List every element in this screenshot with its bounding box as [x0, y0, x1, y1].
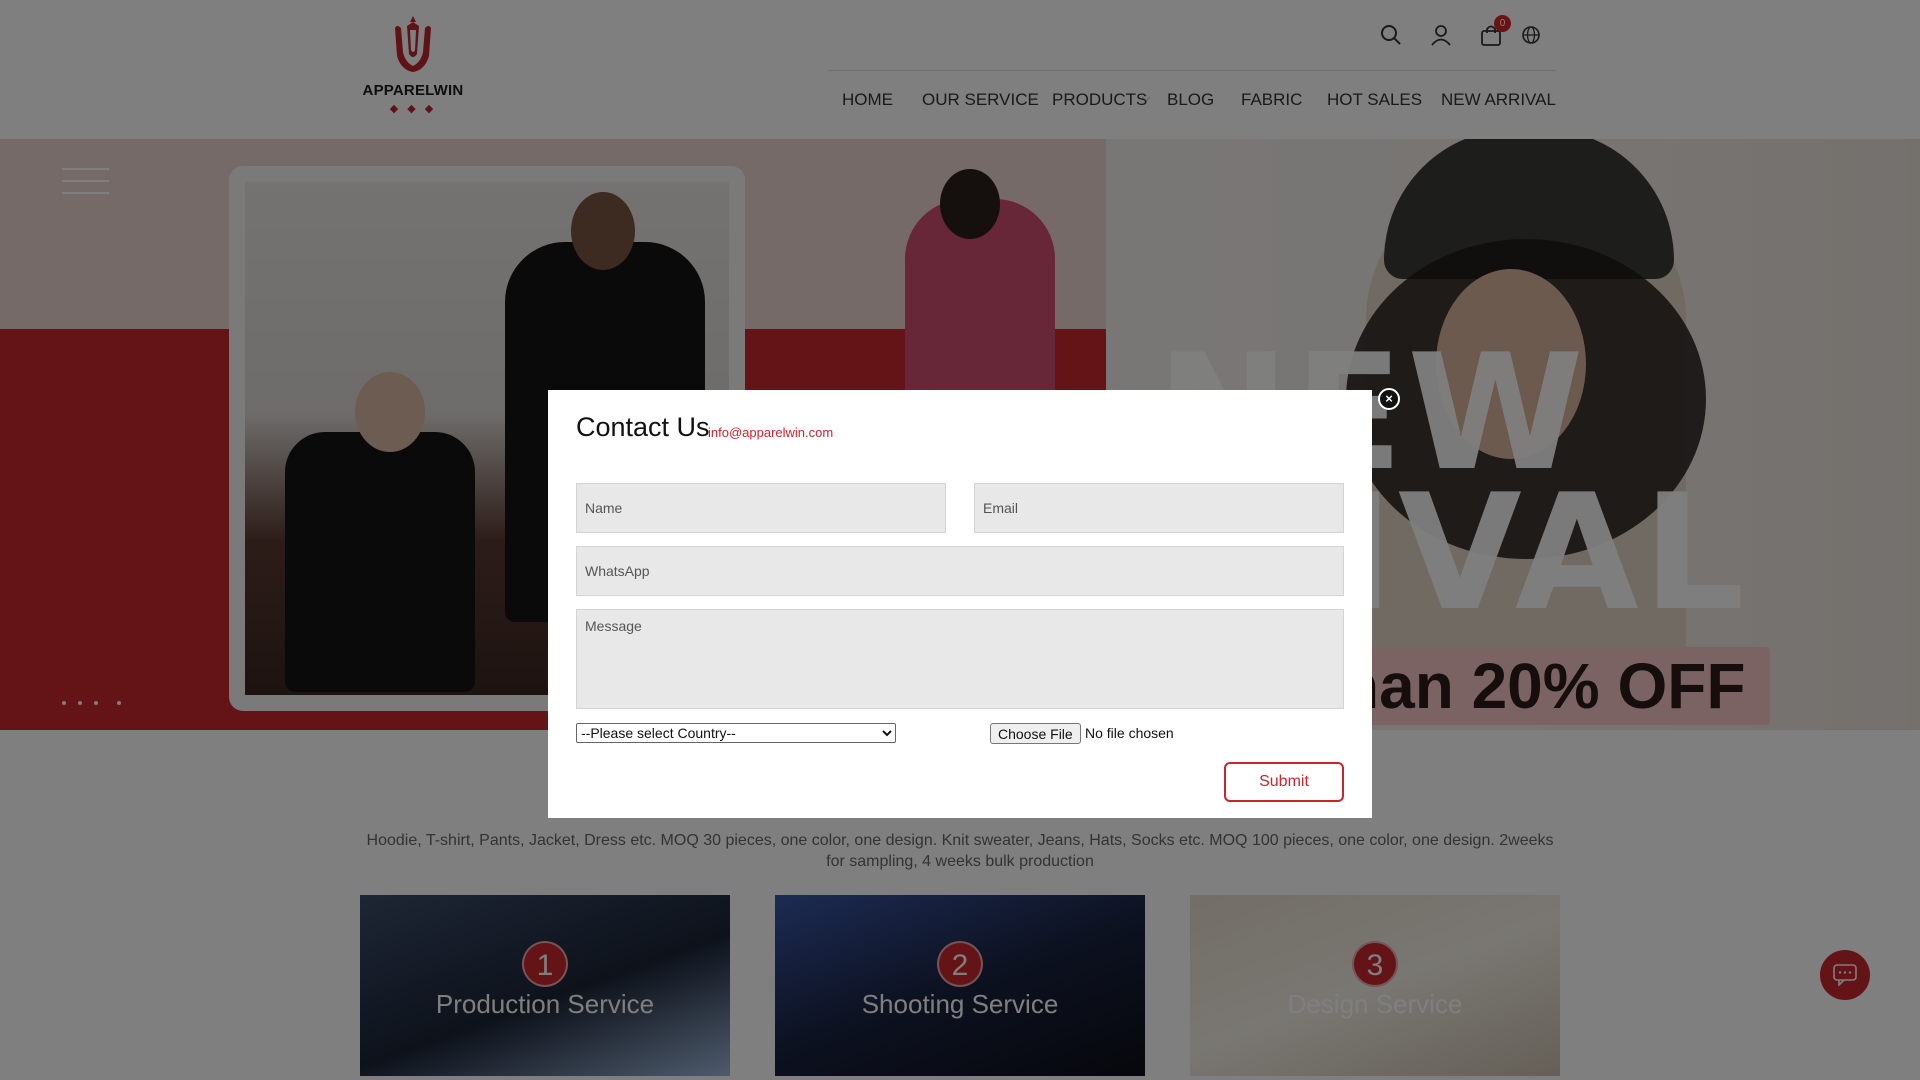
email-input[interactable] — [974, 483, 1344, 533]
modal-title: Contact Us — [576, 412, 710, 442]
message-textarea[interactable] — [576, 609, 1344, 709]
contact-modal: Contact Us info@apparelwin.com --Please … — [548, 390, 1372, 818]
choose-file-button[interactable]: Choose File — [990, 723, 1081, 744]
whatsapp-input[interactable] — [576, 546, 1344, 596]
file-status-text: No file chosen — [1085, 725, 1174, 741]
name-input[interactable] — [576, 483, 946, 533]
submit-button[interactable]: Submit — [1224, 762, 1344, 802]
close-icon[interactable]: × — [1378, 388, 1400, 410]
country-select[interactable]: --Please select Country-- — [576, 723, 896, 743]
modal-email-link[interactable]: info@apparelwin.com — [708, 425, 833, 440]
